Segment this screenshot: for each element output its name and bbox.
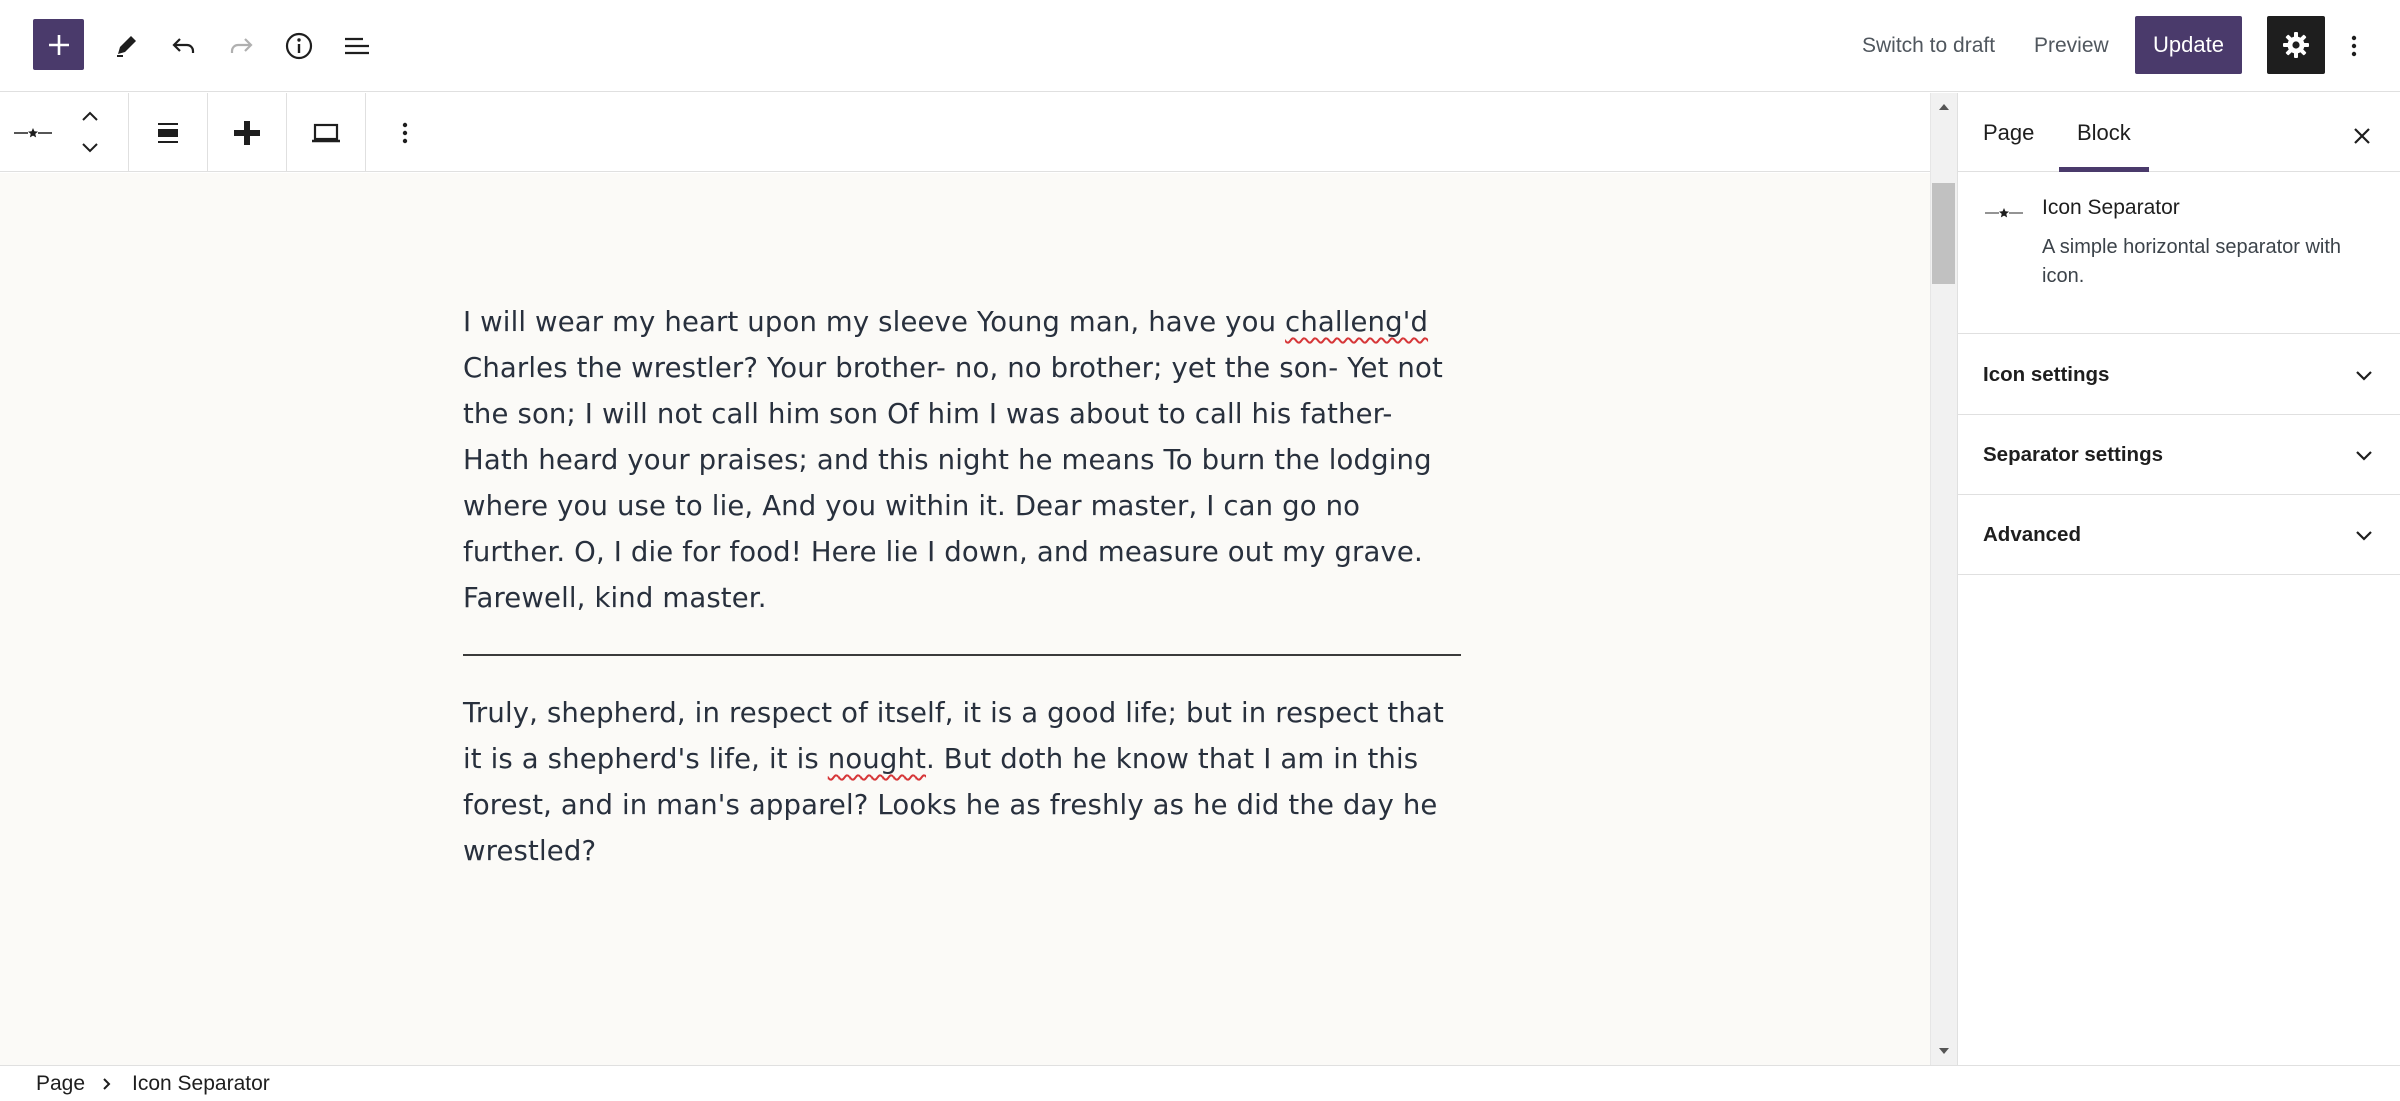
scroll-down-button[interactable]	[1932, 1041, 1955, 1061]
gear-icon	[2283, 32, 2309, 58]
block-options-button[interactable]	[380, 110, 430, 156]
paragraph-block[interactable]: Truly, shepherd, in respect of itself, i…	[463, 690, 1463, 874]
icon-separator-icon	[1985, 208, 2023, 218]
panel-advanced[interactable]: Advanced	[1958, 495, 2400, 575]
chevron-down-icon	[82, 143, 98, 153]
settings-button[interactable]	[2267, 16, 2325, 74]
icon-separator-block[interactable]	[463, 654, 1461, 656]
align-button[interactable]	[143, 110, 193, 156]
details-button[interactable]	[273, 20, 325, 72]
block-card-description: A simple horizontal separator with icon.	[2042, 236, 2342, 287]
editor-canvas: I will wear my heart upon my sleeve Youn…	[0, 173, 1930, 1065]
redo-button[interactable]	[215, 20, 267, 72]
undo-icon	[172, 38, 195, 53]
panel-title: Separator settings	[1983, 443, 2163, 466]
breadcrumb: Page Icon Separator	[0, 1065, 2400, 1101]
triangle-down-icon	[1938, 1048, 1949, 1054]
style-group	[208, 93, 287, 172]
pencil-icon	[117, 36, 136, 57]
list-view-icon	[345, 37, 369, 55]
icon-separator-icon	[14, 128, 52, 138]
more-vertical-icon	[2351, 35, 2357, 57]
paragraph-text: Charles the wrestler? Your brother- no, …	[463, 352, 1443, 614]
block-toolbar	[0, 93, 1930, 172]
info-icon	[285, 32, 313, 60]
chevron-down-icon	[2356, 451, 2372, 461]
separator-style-icon	[234, 121, 260, 145]
breadcrumb-item-icon-separator[interactable]: Icon Separator	[132, 1066, 270, 1101]
tab-block[interactable]: Block	[2059, 93, 2149, 172]
update-button[interactable]: Update	[2135, 16, 2242, 74]
plus-icon	[48, 34, 69, 55]
block-inserter-button[interactable]	[33, 19, 84, 70]
paragraph-text: I will wear my heart upon my sleeve Youn…	[463, 306, 1286, 338]
separator-style-button[interactable]	[222, 110, 272, 156]
options-button[interactable]	[2328, 20, 2380, 72]
panel-title: Advanced	[1983, 523, 2081, 546]
misspelled-word[interactable]: challeng'd	[1285, 306, 1428, 338]
panel-separator-settings[interactable]: Separator settings	[1958, 415, 2400, 495]
panel-title: Icon settings	[1983, 363, 2110, 386]
scrollbar-thumb[interactable]	[1932, 183, 1955, 284]
settings-sidebar: Page Block Icon Separator A simple horiz…	[1957, 93, 2400, 1065]
misspelled-word[interactable]: nought	[828, 743, 926, 775]
tools-button[interactable]	[100, 20, 152, 72]
paragraph-block[interactable]: I will wear my heart upon my sleeve Youn…	[463, 299, 1463, 621]
breadcrumb-item-page[interactable]: Page	[36, 1066, 85, 1101]
width-button[interactable]	[301, 110, 351, 156]
chevron-down-icon	[2356, 371, 2372, 381]
tab-page[interactable]: Page	[1983, 93, 2034, 172]
list-view-button[interactable]	[331, 20, 383, 72]
move-down-button[interactable]	[72, 135, 108, 161]
chevron-down-icon	[2356, 531, 2372, 541]
more-vertical-icon	[402, 122, 408, 144]
align-group	[129, 93, 208, 172]
sidebar-tabs: Page Block	[1958, 93, 2400, 172]
block-card: Icon Separator A simple horizontal separ…	[1958, 173, 2400, 334]
width-group	[287, 93, 366, 172]
chevron-up-icon	[82, 111, 98, 121]
panel-icon-settings[interactable]: Icon settings	[1958, 335, 2400, 415]
preview-button[interactable]: Preview	[2034, 24, 2109, 68]
close-sidebar-button[interactable]	[2340, 114, 2384, 158]
triangle-up-icon	[1938, 104, 1949, 110]
block-type-button[interactable]	[8, 115, 58, 151]
close-icon	[2354, 128, 2370, 144]
scroll-up-button[interactable]	[1932, 97, 1955, 117]
align-icon	[158, 123, 178, 143]
laptop-icon	[312, 123, 340, 143]
undo-button[interactable]	[158, 20, 210, 72]
move-up-button[interactable]	[72, 103, 108, 129]
block-card-title: Icon Separator	[2042, 196, 2180, 219]
chevron-right-icon	[103, 1078, 111, 1090]
block-switcher-group	[0, 93, 129, 172]
switch-to-draft-button[interactable]: Switch to draft	[1862, 24, 1995, 68]
editor-header: Switch to draft Preview Update	[0, 0, 2400, 92]
redo-icon	[230, 38, 253, 53]
